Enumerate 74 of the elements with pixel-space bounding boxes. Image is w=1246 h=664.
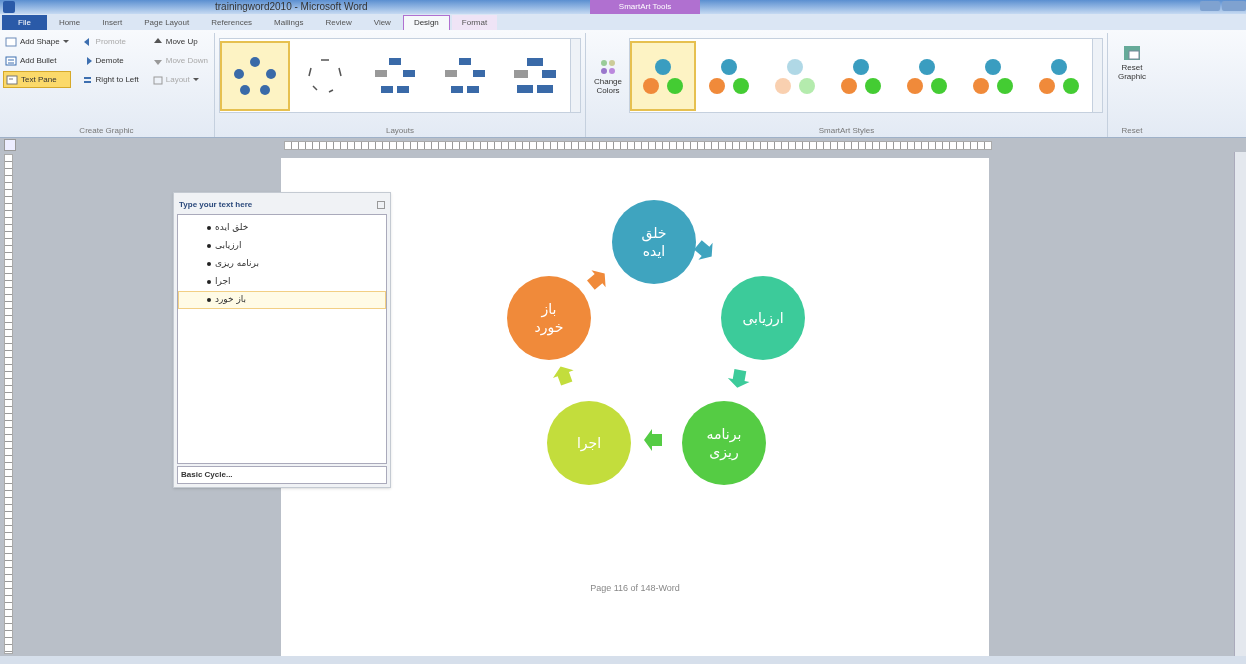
- ribbon-button[interactable]: Add Bullet: [3, 52, 71, 69]
- bullet-icon: [207, 298, 211, 302]
- node-label: خورد: [534, 318, 564, 336]
- gallery-scrollbar[interactable]: [570, 39, 580, 112]
- close-icon[interactable]: [377, 201, 385, 209]
- gallery-scrollbar[interactable]: [1092, 39, 1102, 112]
- bullet-icon: [207, 226, 211, 230]
- swap-icon: [82, 74, 93, 85]
- ribbon-tab[interactable]: References: [201, 15, 263, 30]
- shape-icon: [5, 36, 17, 47]
- ribbon-tab[interactable]: File: [2, 15, 47, 30]
- page-footer: Page 116 of 148-Word: [281, 582, 989, 596]
- text-pane-title: Type your text here: [179, 199, 253, 211]
- bullet-text: خلق ایده: [215, 221, 249, 235]
- cycle-arrow: [587, 270, 606, 290]
- group-label: SmartArt Styles: [817, 125, 876, 137]
- bullet-item[interactable]: خلق ایده: [178, 219, 386, 237]
- node-label: خلق: [641, 224, 667, 242]
- change-colors-button[interactable]: Change Colors: [590, 56, 626, 95]
- node-label: ریزی: [709, 443, 739, 461]
- node-label: برنامه: [706, 425, 742, 443]
- ribbon-button[interactable]: Text Pane: [3, 71, 71, 88]
- tab-selector[interactable]: [4, 139, 16, 151]
- bullet-text: اجرا: [215, 275, 231, 289]
- bullet-icon: [207, 280, 211, 284]
- layout-name-link[interactable]: Basic Cycle...: [181, 469, 233, 481]
- node-label: ایده: [642, 242, 666, 260]
- ribbon-tab[interactable]: Insert: [92, 15, 133, 30]
- ribbon-tab[interactable]: Format: [451, 15, 498, 30]
- reset-graphic-button[interactable]: Reset Graphic: [1114, 43, 1150, 81]
- cycle-layout-icon: [233, 55, 277, 96]
- bullet-item[interactable]: اجرا: [178, 273, 386, 291]
- window-title: trainingword2010 - Microsoft Word: [215, 0, 368, 14]
- cycle-arrow: [553, 366, 574, 386]
- bullet-list-icon: [5, 55, 17, 66]
- layout-option[interactable]: [220, 40, 290, 111]
- ribbon-button[interactable]: Add Shape: [3, 33, 71, 50]
- ribbon-tab[interactable]: Page Layout: [134, 15, 200, 30]
- group-label: Create Graphic: [78, 125, 135, 137]
- layout-icon: [152, 74, 163, 85]
- ribbon-tab[interactable]: Home: [48, 15, 91, 30]
- bullet-item[interactable]: باز خورد: [178, 291, 386, 309]
- vertical-scrollbar[interactable]: [1234, 152, 1246, 656]
- block-cycle-icon: [443, 55, 487, 96]
- cycle-arrow: [644, 429, 662, 451]
- bullet-icon: [207, 244, 211, 248]
- caret-icon: [62, 40, 69, 43]
- word-logo-icon: [3, 1, 15, 13]
- bullet-text: باز خورد: [215, 293, 247, 307]
- block-cycle-icon: [513, 55, 557, 96]
- cycle-arrow: [727, 369, 750, 388]
- ribbon-tab[interactable]: View: [363, 15, 401, 30]
- context-tab-header: SmartArt Tools: [590, 0, 700, 14]
- ribbon-button[interactable]: Right to Left: [80, 71, 141, 88]
- bullet-icon: [207, 262, 211, 266]
- bullet-text: ارزیابی: [215, 239, 242, 253]
- bullet-item[interactable]: برنامه ریزی: [178, 255, 386, 273]
- text-pane-icon: [6, 74, 18, 85]
- block-cycle-icon: [373, 55, 417, 96]
- ribbon-tab[interactable]: Mailings: [264, 15, 314, 30]
- ribbon-button[interactable]: Demote: [80, 52, 141, 69]
- bullet-text: برنامه ریزی: [215, 257, 260, 271]
- style-option[interactable]: [630, 40, 696, 111]
- bullet-item[interactable]: ارزیابی: [178, 237, 386, 255]
- caret-icon: [192, 78, 199, 81]
- node-label: ارزیابی: [742, 309, 784, 327]
- group-label: Reset: [1120, 125, 1144, 137]
- node-label: اجرا: [576, 434, 602, 452]
- ribbon-tab[interactable]: Design: [402, 15, 450, 30]
- ribbon-button[interactable]: Move Up: [150, 33, 210, 50]
- node-label: باز: [541, 300, 557, 318]
- ribbon-tab[interactable]: Review: [315, 15, 362, 30]
- group-label: Layouts: [384, 125, 415, 137]
- reset-graphic-icon: [1121, 43, 1143, 63]
